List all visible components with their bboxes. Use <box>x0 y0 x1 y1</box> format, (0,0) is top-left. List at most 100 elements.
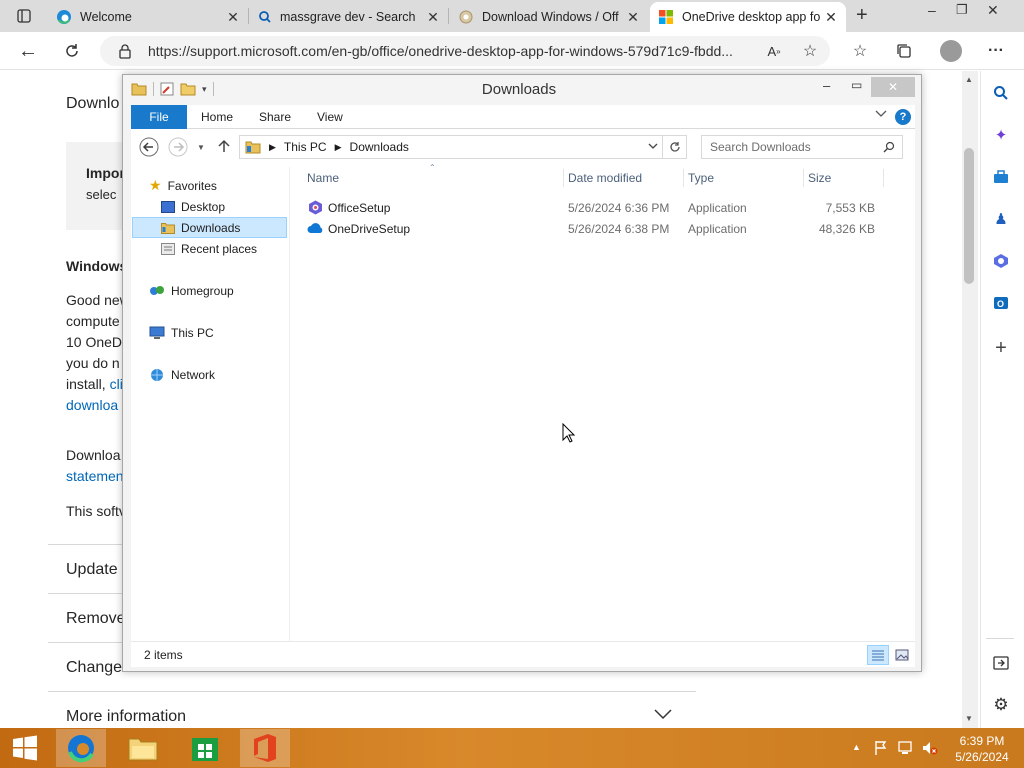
file-size: 7,553 KB <box>825 201 875 215</box>
address-bar[interactable]: https://support.microsoft.com/en-gb/offi… <box>100 36 830 66</box>
windows-logo-icon <box>13 735 37 761</box>
taskbar-office[interactable] <box>240 729 290 767</box>
gear-icon[interactable]: ⚙ <box>990 694 1012 716</box>
close-icon[interactable]: ✕ <box>226 9 240 26</box>
volume-muted-icon[interactable] <box>922 740 938 759</box>
show-hidden-icons-icon[interactable]: ▲ <box>852 742 861 752</box>
downloads-folder-icon <box>161 222 175 234</box>
breadcrumb-downloads[interactable]: Downloads <box>350 140 409 154</box>
close-icon[interactable]: ✕ <box>824 9 838 26</box>
explorer-maximize-button[interactable]: ▭ <box>851 78 862 92</box>
profile-avatar[interactable] <box>940 40 962 62</box>
nav-network[interactable]: Network <box>149 364 215 385</box>
add-favorite-icon[interactable]: ☆ <box>796 37 824 65</box>
file-size: 48,326 KB <box>818 222 875 236</box>
notice-title: Impor <box>86 165 125 181</box>
copilot-sparkle-icon[interactable]: ✦ <box>990 124 1012 146</box>
close-window-button[interactable]: ✕ <box>987 2 999 19</box>
scroll-up-icon[interactable]: ▲ <box>965 75 973 84</box>
clock-time[interactable]: 6:39 PM <box>952 734 1012 748</box>
people-icon[interactable]: ♟ <box>990 208 1012 230</box>
accordion-update[interactable]: Update <box>66 559 118 580</box>
column-header-type[interactable]: Type <box>688 171 714 185</box>
close-icon[interactable]: ✕ <box>626 9 640 26</box>
file-row[interactable]: OfficeSetup 5/26/2024 6:36 PM Applicatio… <box>303 197 883 218</box>
office-icon[interactable] <box>990 250 1012 272</box>
help-icon[interactable]: ? <box>895 109 911 125</box>
action-center-flag-icon[interactable] <box>874 740 888 759</box>
taskbar-edge[interactable] <box>56 729 106 767</box>
tab-onedrive[interactable]: OneDrive desktop app fo ✕ <box>650 2 846 32</box>
nav-this-pc[interactable]: This PC <box>149 322 214 343</box>
new-tab-button[interactable]: + <box>856 4 868 27</box>
paragraph-line: compute <box>66 313 120 329</box>
restore-button[interactable]: ❐ <box>956 2 968 18</box>
lock-icon[interactable] <box>118 43 132 62</box>
nav-favorites[interactable]: ★ Favorites <box>149 175 217 196</box>
read-aloud-icon[interactable]: A» <box>760 37 788 65</box>
column-header-size[interactable]: Size <box>808 171 831 185</box>
start-button[interactable] <box>0 729 50 767</box>
tab-download-windows[interactable]: Download Windows / Off ✕ <box>450 2 648 32</box>
up-arrow-icon[interactable] <box>217 138 231 157</box>
nav-homegroup[interactable]: Homegroup <box>149 280 234 301</box>
ribbon-tab-home[interactable]: Home <box>187 105 247 129</box>
refresh-icon[interactable] <box>663 135 687 159</box>
nav-desktop[interactable]: Desktop <box>161 196 225 217</box>
back-arrow-icon[interactable]: ← <box>14 37 42 65</box>
hide-sidebar-icon[interactable] <box>990 652 1012 674</box>
column-header-date-modified[interactable]: Date modified <box>568 171 642 185</box>
column-header-name[interactable]: Name <box>307 171 339 185</box>
file-date: 5/26/2024 6:38 PM <box>568 222 670 236</box>
collections-icon[interactable] <box>890 37 918 65</box>
details-view-icon[interactable] <box>867 645 889 665</box>
file-type: Application <box>688 222 747 236</box>
statement-link[interactable]: statemen <box>66 466 124 487</box>
taskbar-store[interactable] <box>180 729 230 767</box>
refresh-icon[interactable] <box>58 37 86 65</box>
tab-title: Welcome <box>80 10 132 24</box>
accordion-more-information[interactable]: More information <box>66 706 186 727</box>
tab-welcome[interactable]: Welcome ✕ <box>48 2 248 32</box>
network-icon <box>151 368 163 381</box>
outlook-icon[interactable]: O <box>990 292 1012 314</box>
back-arrow-icon[interactable] <box>139 137 159 160</box>
file-row[interactable]: OneDriveSetup 5/26/2024 6:38 PM Applicat… <box>303 218 883 239</box>
microsoft-logo-icon <box>659 10 673 24</box>
search-icon[interactable] <box>990 82 1012 104</box>
explorer-close-button[interactable]: ✕ <box>871 77 915 97</box>
nav-downloads[interactable]: Downloads <box>132 217 287 238</box>
accordion-change[interactable]: Change <box>66 657 122 678</box>
ribbon-tab-file[interactable]: File <box>131 105 187 129</box>
address-path[interactable]: ▶ This PC ▶ Downloads <box>239 135 663 159</box>
forward-arrow-icon[interactable] <box>168 137 188 160</box>
add-icon[interactable]: + <box>990 337 1012 359</box>
scrollbar-thumb[interactable] <box>964 148 974 284</box>
tab-search[interactable]: massgrave dev - Search ✕ <box>250 2 448 32</box>
url-text: https://support.microsoft.com/en-gb/offi… <box>148 43 733 59</box>
taskbar-file-explorer[interactable] <box>118 729 168 767</box>
shopping-bag-icon[interactable] <box>990 166 1012 188</box>
click-link[interactable]: cli <box>110 376 123 392</box>
breadcrumb-this-pc[interactable]: This PC <box>284 140 327 154</box>
close-icon[interactable]: ✕ <box>426 9 440 26</box>
explorer-minimize-button[interactable]: – <box>823 78 830 93</box>
ribbon-tab-share[interactable]: Share <box>245 105 305 129</box>
chevron-down-icon[interactable] <box>654 708 672 723</box>
ribbon-tab-view[interactable]: View <box>303 105 357 129</box>
accordion-remove[interactable]: Remove <box>66 608 126 629</box>
clock-date[interactable]: 5/26/2024 <box>952 750 1012 764</box>
recent-locations-icon[interactable]: ▼ <box>197 143 205 152</box>
download-link[interactable]: downloa <box>66 395 118 416</box>
scroll-down-icon[interactable]: ▼ <box>965 714 973 723</box>
chevron-down-icon[interactable] <box>648 142 658 152</box>
search-downloads-input[interactable]: Search Downloads <box>701 135 903 159</box>
large-icons-view-icon[interactable] <box>891 645 913 665</box>
network-status-icon[interactable] <box>898 740 914 759</box>
nav-recent-places[interactable]: Recent places <box>161 238 257 259</box>
minimize-button[interactable]: – <box>928 2 936 18</box>
settings-more-button[interactable]: ··· <box>982 37 1010 65</box>
expand-ribbon-icon[interactable] <box>875 110 887 121</box>
favorites-icon[interactable]: ☆ <box>846 37 874 65</box>
tab-actions-icon[interactable] <box>10 2 38 30</box>
